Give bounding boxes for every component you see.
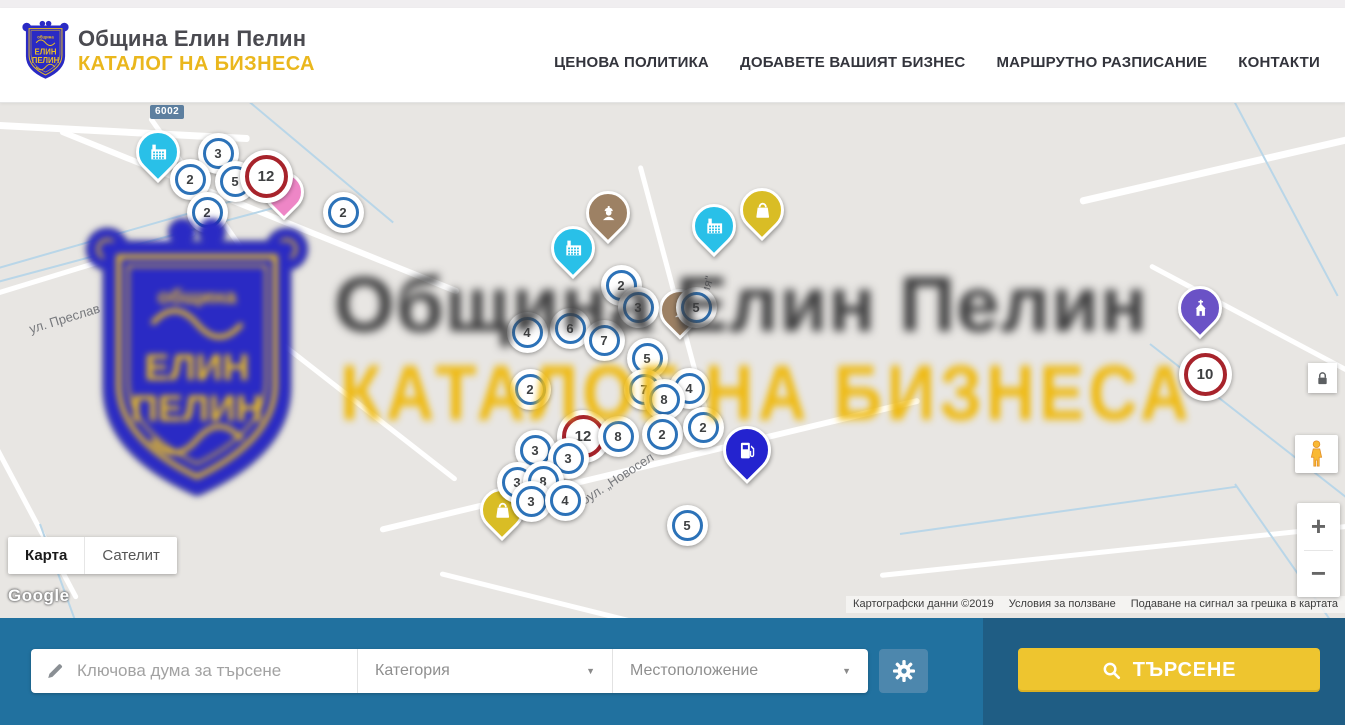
map-canvas[interactable]: 6002 ул. Преслав бул. „Новосел ция" 3251… <box>0 103 1345 618</box>
site-subtitle: КАТАЛОГ НА БИЗНЕСА <box>78 53 315 76</box>
map-pin-factory[interactable] <box>683 195 745 257</box>
svg-text:ЕЛИН: ЕЛИН <box>35 48 57 57</box>
google-logo[interactable]: Google <box>8 586 70 606</box>
location-label: Местоположение <box>630 662 758 680</box>
cluster-marker[interactable]: 2 <box>683 407 724 448</box>
pegman-icon <box>1309 440 1324 468</box>
search-button[interactable]: ТЪРСЕНЕ <box>1018 648 1320 692</box>
nav-contacts[interactable]: КОНТАКТИ <box>1238 54 1320 71</box>
map-type-satellite-button[interactable]: Сателит <box>84 537 177 574</box>
search-button-label: ТЪРСЕНЕ <box>1133 659 1237 682</box>
cluster-marker[interactable]: 2 <box>510 369 551 410</box>
svg-text:община: община <box>37 34 54 39</box>
cluster-marker[interactable]: 5 <box>676 287 717 328</box>
markers-layer: 32512222354675274822128333834510 <box>0 103 1345 618</box>
top-strip <box>0 0 1345 8</box>
attribution-copyright: Картографски данни ©2019 <box>853 598 994 610</box>
attribution-terms-link[interactable]: Условия за ползване <box>1009 598 1116 610</box>
lock-control[interactable] <box>1308 363 1337 393</box>
municipality-logo-icon: община ЕЛИН ПЕЛИН <box>22 19 69 83</box>
pegman-control[interactable] <box>1295 435 1338 473</box>
cluster-marker[interactable]: 10 <box>1179 348 1232 401</box>
zoom-in-button[interactable]: + <box>1297 503 1340 550</box>
attribution-report-link[interactable]: Подаване на сигнал за грешка в картата <box>1131 598 1338 610</box>
chevron-down-icon: ▼ <box>842 666 851 676</box>
main-nav: ЦЕНОВА ПОЛИТИКА ДОБАВЕТЕ ВАШИЯТ БИЗНЕС М… <box>554 54 1320 71</box>
search-icon <box>1102 661 1121 680</box>
chevron-down-icon: ▼ <box>586 666 595 676</box>
keyword-input[interactable] <box>77 661 327 681</box>
search-box: Категория ▼ Местоположение ▼ <box>31 649 868 693</box>
cluster-marker[interactable]: 7 <box>584 320 625 361</box>
pencil-icon <box>46 662 64 680</box>
header: община ЕЛИН ПЕЛИН Община Елин Пелин КАТА… <box>0 8 1345 103</box>
map-attribution: Картографски данни ©2019 Условия за полз… <box>846 596 1345 613</box>
search-bar: Категория ▼ Местоположение ▼ <box>0 618 1345 725</box>
nav-add-business[interactable]: ДОБАВЕТЕ ВАШИЯТ БИЗНЕС <box>740 54 965 71</box>
category-dropdown[interactable]: Категория ▼ <box>357 649 612 693</box>
map-pin-bag[interactable] <box>731 179 793 241</box>
category-label: Категория <box>375 662 450 680</box>
map-type-control: Карта Сателит <box>8 537 177 574</box>
cluster-marker[interactable]: 4 <box>545 480 586 521</box>
site-title: Община Елин Пелин <box>78 26 315 52</box>
zoom-control: + − <box>1297 503 1340 597</box>
cluster-marker[interactable]: 2 <box>187 192 228 233</box>
map-pin-church[interactable] <box>1169 277 1231 339</box>
cluster-marker[interactable]: 5 <box>667 505 708 546</box>
brand-text: Община Елин Пелин КАТАЛОГ НА БИЗНЕСА <box>78 26 315 76</box>
cluster-marker[interactable]: 2 <box>642 414 683 455</box>
cluster-marker[interactable]: 2 <box>323 192 364 233</box>
map-type-map-button[interactable]: Карта <box>8 537 84 574</box>
zoom-out-button[interactable]: − <box>1297 551 1340 598</box>
cluster-marker[interactable]: 12 <box>240 150 293 203</box>
lock-icon <box>1316 371 1329 386</box>
cluster-marker[interactable]: 3 <box>618 287 659 328</box>
nav-route-schedule[interactable]: МАРШРУТНО РАЗПИСАНИЕ <box>996 54 1207 71</box>
nav-pricing[interactable]: ЦЕНОВА ПОЛИТИКА <box>554 54 709 71</box>
keyword-field[interactable] <box>31 649 357 693</box>
advanced-settings-button[interactable] <box>879 649 928 693</box>
gear-icon <box>892 659 916 683</box>
cluster-marker[interactable]: 8 <box>598 416 639 457</box>
cluster-marker[interactable]: 4 <box>507 312 548 353</box>
page: община ЕЛИН ПЕЛИН Община Елин Пелин КАТА… <box>0 0 1345 725</box>
brand[interactable]: община ЕЛИН ПЕЛИН Община Елин Пелин КАТА… <box>22 19 315 83</box>
location-dropdown[interactable]: Местоположение ▼ <box>612 649 868 693</box>
svg-text:ПЕЛИН: ПЕЛИН <box>32 56 60 65</box>
